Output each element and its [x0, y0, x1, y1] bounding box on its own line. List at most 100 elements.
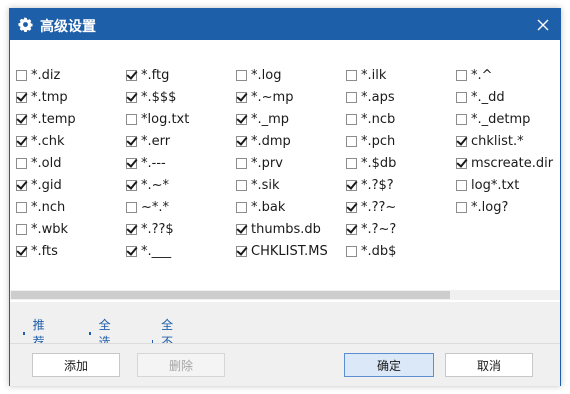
extension-checkbox[interactable]	[236, 201, 247, 213]
extension-option[interactable]: *.log	[236, 66, 281, 84]
extension-option[interactable]: *.tmp	[16, 88, 68, 106]
extension-option[interactable]: *.^	[456, 66, 493, 84]
extension-checkbox[interactable]	[16, 201, 27, 213]
extension-checkbox[interactable]	[126, 135, 137, 147]
extension-option[interactable]: *.$db	[346, 154, 396, 172]
extension-option[interactable]: *.ftg	[126, 66, 169, 84]
extension-checkbox[interactable]	[126, 179, 137, 191]
extension-option[interactable]: *.prv	[236, 154, 283, 172]
extension-option[interactable]: *.---	[126, 154, 166, 172]
extension-option[interactable]: *.nch	[16, 198, 65, 216]
extension-checkbox[interactable]	[456, 69, 467, 81]
extension-checkbox[interactable]	[346, 69, 357, 81]
extension-checkbox[interactable]	[456, 201, 467, 213]
extension-checkbox[interactable]	[16, 179, 27, 191]
extension-option[interactable]: *.old	[16, 154, 61, 172]
extension-checkbox[interactable]	[346, 157, 357, 169]
extension-option[interactable]: *.temp	[16, 110, 76, 128]
extension-checkbox[interactable]	[16, 91, 27, 103]
extension-list: *.diz *.tmp *.temp *.chk *.old *.gid *.nch *.wb…	[10, 40, 560, 302]
close-button[interactable]	[532, 14, 554, 36]
extension-checkbox[interactable]	[236, 113, 247, 125]
extension-checkbox[interactable]	[126, 69, 137, 81]
extension-option[interactable]: *.$$$	[126, 88, 176, 106]
extension-checkbox[interactable]	[456, 113, 467, 125]
extension-option[interactable]: *.sik	[236, 176, 280, 194]
extension-option[interactable]: *.aps	[346, 88, 395, 106]
extension-checkbox[interactable]	[126, 91, 137, 103]
add-button[interactable]: 添加	[32, 353, 120, 377]
extension-checkbox[interactable]	[236, 179, 247, 191]
cancel-button[interactable]: 取消	[445, 353, 533, 377]
extension-label: *.aps	[361, 89, 395, 105]
extension-checkbox[interactable]	[126, 113, 137, 125]
extension-option[interactable]: *.~mp	[236, 88, 293, 106]
extension-checkbox[interactable]	[16, 223, 27, 235]
extension-checkbox[interactable]	[346, 91, 357, 103]
scrollbar-thumb[interactable]	[11, 291, 450, 299]
extension-checkbox[interactable]	[456, 157, 467, 169]
extension-label: mscreate.dir	[471, 155, 554, 171]
extension-checkbox[interactable]	[16, 157, 27, 169]
extension-checkbox[interactable]	[236, 245, 247, 257]
extension-option[interactable]: *log.txt	[126, 110, 189, 128]
horizontal-scrollbar[interactable]	[10, 290, 560, 300]
ok-button[interactable]: 确定	[344, 353, 434, 377]
extension-option[interactable]: *.chk	[16, 132, 65, 150]
extension-checkbox[interactable]	[346, 245, 357, 257]
extension-option[interactable]: *.?~?	[346, 220, 396, 238]
extension-option[interactable]: *.err	[126, 132, 170, 150]
extension-checkbox[interactable]	[236, 157, 247, 169]
extension-checkbox[interactable]	[126, 245, 137, 257]
extension-checkbox[interactable]	[236, 91, 247, 103]
extension-label: *.bak	[251, 199, 286, 215]
extension-checkbox[interactable]	[346, 201, 357, 213]
extension-checkbox[interactable]	[16, 69, 27, 81]
extension-option[interactable]: CHKLIST.MS	[236, 242, 328, 260]
extension-checkbox[interactable]	[346, 113, 357, 125]
extension-option[interactable]: *.?$?	[346, 176, 394, 194]
extension-option[interactable]: *.fts	[16, 242, 58, 260]
extension-option[interactable]: *.wbk	[16, 220, 68, 238]
extension-checkbox[interactable]	[346, 223, 357, 235]
extension-option[interactable]: *.ilk	[346, 66, 386, 84]
extension-option[interactable]: *.___	[126, 242, 171, 260]
extension-checkbox[interactable]	[126, 201, 137, 213]
extension-checkbox[interactable]	[236, 135, 247, 147]
extension-checkbox[interactable]	[346, 135, 357, 147]
extension-option[interactable]: *.pch	[346, 132, 395, 150]
extension-checkbox[interactable]	[236, 69, 247, 81]
extension-option[interactable]: *.~*	[126, 176, 169, 194]
extension-checkbox[interactable]	[126, 157, 137, 169]
delete-button[interactable]: 删除	[137, 353, 225, 377]
extension-option[interactable]: mscreate.dir	[456, 154, 553, 172]
extension-option[interactable]: *.log?	[456, 198, 508, 216]
extension-option[interactable]: *._dd	[456, 88, 505, 106]
extension-checkbox[interactable]	[236, 223, 247, 235]
extension-option[interactable]: *.??~	[346, 198, 396, 216]
extension-checkbox[interactable]	[456, 135, 467, 147]
extension-option[interactable]: *.dmp	[236, 132, 291, 150]
extension-checkbox[interactable]	[126, 223, 137, 235]
extension-checkbox[interactable]	[456, 91, 467, 103]
extension-option[interactable]: log*.txt	[456, 176, 519, 194]
extension-option[interactable]: *.db$	[346, 242, 396, 260]
extension-option[interactable]: *._mp	[236, 110, 289, 128]
extension-label: *log.txt	[141, 111, 190, 127]
extension-checkbox[interactable]	[346, 179, 357, 191]
extension-checkbox[interactable]	[16, 245, 27, 257]
extension-option[interactable]: *._detmp	[456, 110, 530, 128]
extension-option[interactable]: *.??$	[126, 220, 174, 238]
extension-option[interactable]: thumbs.db	[236, 220, 321, 238]
extension-option[interactable]: chklist.*	[456, 132, 524, 150]
extension-option[interactable]: ~*.*	[126, 198, 169, 216]
extension-checkbox[interactable]	[456, 179, 467, 191]
extension-checkbox[interactable]	[16, 135, 27, 147]
extension-label: *.prv	[251, 155, 283, 171]
extension-option[interactable]: *.bak	[236, 198, 285, 216]
bullet-icon	[23, 331, 25, 335]
extension-option[interactable]: *.gid	[16, 176, 62, 194]
extension-checkbox[interactable]	[16, 113, 27, 125]
extension-option[interactable]: *.diz	[16, 66, 60, 84]
extension-option[interactable]: *.ncb	[346, 110, 395, 128]
